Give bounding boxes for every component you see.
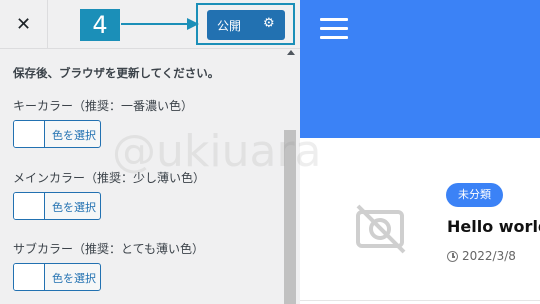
- category-badge[interactable]: 未分類: [446, 183, 503, 207]
- main-color-label: メインカラー（推奨：少し薄い色）: [13, 171, 206, 185]
- sub-color-select-button[interactable]: 色を選択: [13, 263, 101, 291]
- clock-icon: [447, 251, 458, 262]
- sub-color-label: サブカラー（推奨：とても薄い色）: [13, 242, 205, 256]
- post-date: 2022/3/8: [447, 249, 516, 263]
- color-swatch: [14, 193, 45, 219]
- pointer-arrow: [121, 18, 199, 30]
- close-button[interactable]: ✕: [0, 0, 48, 48]
- select-color-label: 色を選択: [52, 129, 96, 142]
- color-swatch: [14, 121, 45, 147]
- preview-header: [300, 0, 540, 138]
- select-color-label: 色を選択: [52, 201, 96, 214]
- panel-scrollbar[interactable]: [284, 130, 296, 304]
- hamburger-menu-icon[interactable]: [320, 16, 348, 42]
- step-number-badge: 4: [80, 9, 120, 41]
- color-swatch: [14, 264, 45, 290]
- key-color-select-button[interactable]: 色を選択: [13, 120, 101, 148]
- customizer-panel: ✕ 4 公開 ⚙ 保存後、ブラウザを更新してください。 キーカラー（推奨：一番濃…: [0, 0, 300, 304]
- close-icon: ✕: [15, 13, 32, 35]
- post-date-text: 2022/3/8: [462, 249, 516, 263]
- customizer-topbar: ✕ 4 公開 ⚙: [0, 0, 300, 49]
- no-image-icon: [356, 204, 406, 254]
- select-color-label: 色を選択: [52, 272, 96, 285]
- publish-button[interactable]: 公開 ⚙: [207, 10, 285, 40]
- publish-label: 公開: [217, 19, 242, 33]
- scroll-up-arrow-icon[interactable]: [287, 50, 295, 55]
- key-color-label: キーカラー（推奨：一番濃い色）: [13, 99, 194, 113]
- refresh-note: 保存後、ブラウザを更新してください。: [13, 66, 220, 80]
- gear-icon[interactable]: ⚙: [263, 16, 275, 31]
- main-color-select-button[interactable]: 色を選択: [13, 192, 101, 220]
- site-preview: 未分類 Hello world 2022/3/8: [300, 0, 540, 304]
- post-title[interactable]: Hello world: [447, 217, 540, 236]
- divider: [300, 300, 540, 301]
